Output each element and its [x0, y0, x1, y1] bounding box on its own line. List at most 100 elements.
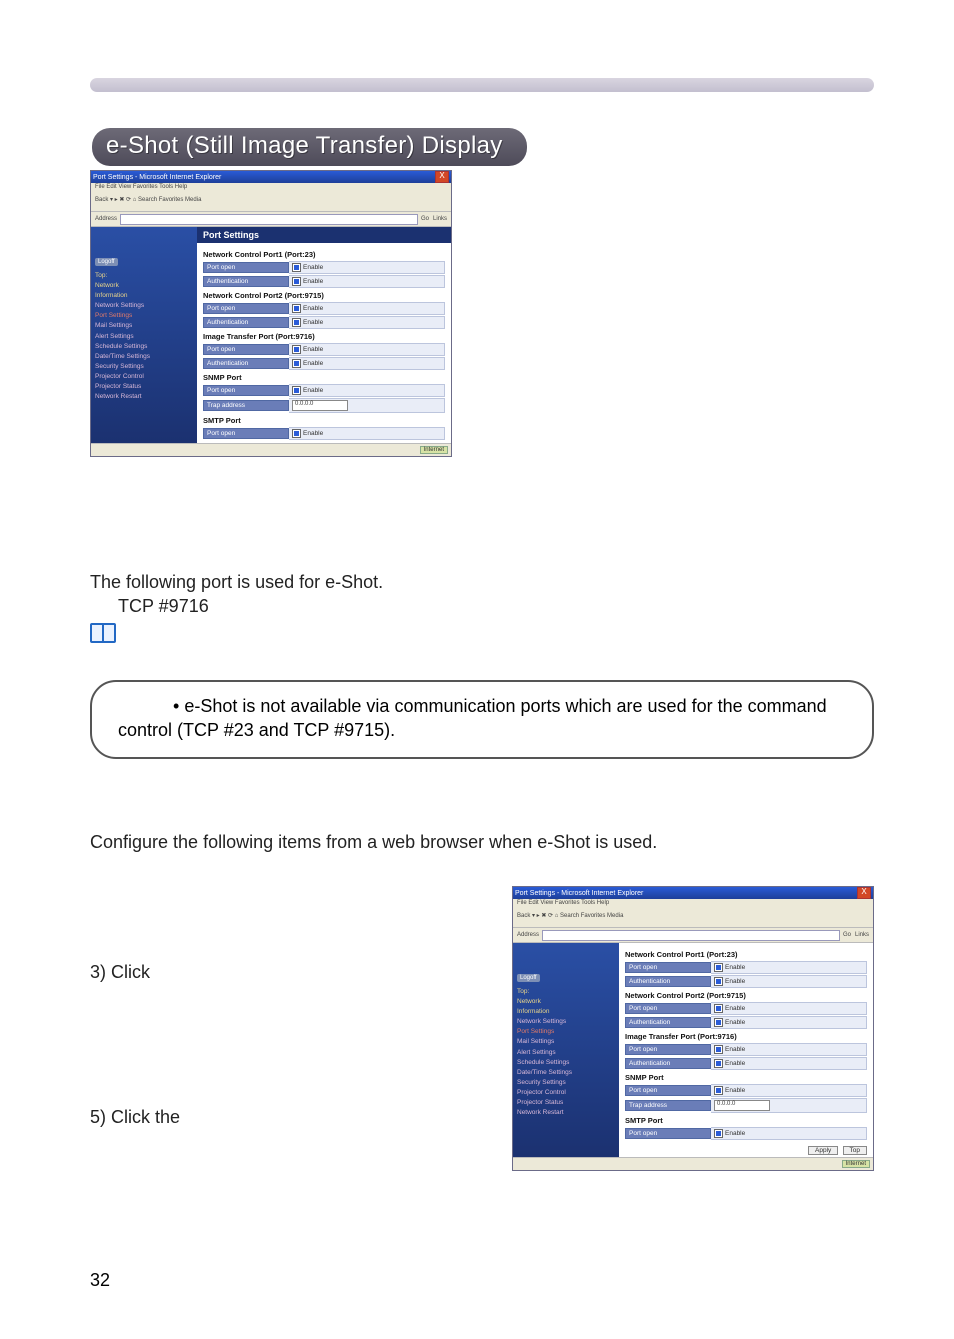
sidebar-item[interactable]: Port Settings: [95, 311, 193, 320]
setting-value[interactable]: Enable: [711, 1043, 867, 1056]
top-button[interactable]: Top: [843, 1146, 867, 1155]
checkbox-icon[interactable]: [714, 1045, 723, 1054]
checkbox-icon[interactable]: [292, 277, 301, 286]
browser-toolbar[interactable]: Back ▾ ▸ ✖ ⟳ ⌂ Search Favorites Media: [91, 195, 451, 212]
setting-value[interactable]: Enable: [289, 261, 445, 274]
sidebar-item[interactable]: Network Settings: [95, 301, 193, 310]
apply-button[interactable]: Apply: [808, 1146, 838, 1155]
sidebar-item[interactable]: Alert Settings: [517, 1048, 615, 1057]
checkbox-icon[interactable]: [714, 963, 723, 972]
sidebar-item[interactable]: Mail Settings: [517, 1037, 615, 1046]
section-label: SMTP Port: [625, 1116, 867, 1125]
sidebar-network[interactable]: Network: [517, 997, 615, 1006]
setting-value[interactable]: Enable: [711, 1084, 867, 1097]
sidebar-item[interactable]: Projector Control: [517, 1088, 615, 1097]
close-icon[interactable]: X: [857, 887, 871, 899]
sidebar-information[interactable]: Information: [95, 291, 193, 300]
sidebar-item[interactable]: Projector Status: [95, 382, 193, 391]
sidebar: Logoff Top: Network Information Network …: [91, 227, 197, 443]
setting-row: AuthenticationEnable: [625, 1057, 867, 1070]
setting-row: AuthenticationEnable: [203, 316, 445, 329]
window-title: Port Settings - Microsoft Internet Explo…: [93, 174, 221, 181]
setting-value[interactable]: Enable: [289, 427, 445, 440]
address-input[interactable]: [542, 930, 840, 941]
window-title: Port Settings - Microsoft Internet Explo…: [515, 890, 643, 897]
checkbox-icon[interactable]: [292, 429, 301, 438]
setting-label: Port open: [625, 1128, 711, 1139]
setting-label: Port open: [625, 1044, 711, 1055]
setting-row: AuthenticationEnable: [625, 1016, 867, 1029]
go-button[interactable]: Go: [843, 932, 851, 938]
setting-row: Port openEnable: [625, 1043, 867, 1056]
setting-row: AuthenticationEnable: [203, 357, 445, 370]
checkbox-icon[interactable]: [292, 345, 301, 354]
sidebar-item[interactable]: Projector Status: [517, 1098, 615, 1107]
setting-value[interactable]: Enable: [289, 357, 445, 370]
checkbox-icon[interactable]: [714, 1129, 723, 1138]
go-button[interactable]: Go: [421, 216, 429, 222]
checkbox-icon[interactable]: [292, 359, 301, 368]
checkbox-icon[interactable]: [714, 977, 723, 986]
setting-value[interactable]: Enable: [711, 1002, 867, 1015]
setting-value[interactable]: 0.0.0.0: [289, 398, 445, 413]
close-icon[interactable]: X: [435, 171, 449, 183]
browser-address-bar: Address Go Links: [91, 212, 451, 227]
setting-value[interactable]: Enable: [711, 1127, 867, 1140]
setting-value[interactable]: Enable: [289, 343, 445, 356]
setting-value[interactable]: Enable: [711, 1016, 867, 1029]
sidebar-top[interactable]: Top:: [517, 987, 615, 996]
sidebar-item[interactable]: Alert Settings: [95, 332, 193, 341]
logoff-button[interactable]: Logoff: [95, 258, 118, 266]
checkbox-icon[interactable]: [714, 1004, 723, 1013]
checkbox-icon[interactable]: [292, 386, 301, 395]
checkbox-icon[interactable]: [292, 304, 301, 313]
panel-title: Port Settings: [197, 227, 451, 243]
section-label: Network Control Port2 (Port:9715): [203, 291, 445, 300]
sidebar-item[interactable]: Network Restart: [517, 1108, 615, 1117]
setting-row: AuthenticationEnable: [203, 275, 445, 288]
trap-address-input[interactable]: 0.0.0.0: [292, 400, 348, 411]
sidebar-item[interactable]: Schedule Settings: [95, 342, 193, 351]
sidebar-network[interactable]: Network: [95, 281, 193, 290]
setting-label: Port open: [203, 428, 289, 439]
sidebar-item[interactable]: Mail Settings: [95, 321, 193, 330]
checkbox-icon[interactable]: [292, 263, 301, 272]
setting-label: Authentication: [625, 1058, 711, 1069]
address-input[interactable]: [120, 214, 418, 225]
sidebar-item[interactable]: Port Settings: [517, 1027, 615, 1036]
book-icon: [90, 623, 116, 643]
sidebar-item[interactable]: Schedule Settings: [517, 1058, 615, 1067]
browser-toolbar[interactable]: Back ▾ ▸ ✖ ⟳ ⌂ Search Favorites Media: [513, 911, 873, 928]
logo-area: [95, 230, 193, 256]
browser-menubar[interactable]: File Edit View Favorites Tools Help: [91, 183, 451, 195]
setting-value[interactable]: Enable: [711, 975, 867, 988]
setting-row: Port openEnable: [625, 1127, 867, 1140]
note-box: NOTE • e-Shot is not available via commu…: [90, 680, 874, 759]
setting-value[interactable]: Enable: [711, 961, 867, 974]
setting-value[interactable]: 0.0.0.0: [711, 1098, 867, 1113]
sidebar-item[interactable]: Network Restart: [95, 392, 193, 401]
sidebar-top[interactable]: Top:: [95, 271, 193, 280]
checkbox-icon[interactable]: [714, 1086, 723, 1095]
setting-value[interactable]: Enable: [289, 275, 445, 288]
setting-value[interactable]: Enable: [289, 302, 445, 315]
setting-value[interactable]: Enable: [711, 1057, 867, 1070]
sidebar-item[interactable]: Network Settings: [517, 1017, 615, 1026]
configure-text: Configure the following items from a web…: [90, 830, 874, 854]
checkbox-icon[interactable]: [714, 1059, 723, 1068]
trap-address-input[interactable]: 0.0.0.0: [714, 1100, 770, 1111]
sidebar-item[interactable]: Projector Control: [95, 372, 193, 381]
sidebar-item[interactable]: Date/Time Settings: [95, 352, 193, 361]
logoff-button[interactable]: Logoff: [517, 974, 540, 982]
sidebar-item[interactable]: Security Settings: [517, 1078, 615, 1087]
setting-value[interactable]: Enable: [289, 316, 445, 329]
sidebar-item[interactable]: Security Settings: [95, 362, 193, 371]
browser-menubar[interactable]: File Edit View Favorites Tools Help: [513, 899, 873, 911]
checkbox-icon[interactable]: [292, 318, 301, 327]
setting-label: Authentication: [203, 276, 289, 287]
checkbox-icon[interactable]: [714, 1018, 723, 1027]
setting-value[interactable]: Enable: [289, 384, 445, 397]
body-line-1: The following port is used for e-Shot.: [90, 570, 874, 594]
sidebar-item[interactable]: Date/Time Settings: [517, 1068, 615, 1077]
sidebar-information[interactable]: Information: [517, 1007, 615, 1016]
